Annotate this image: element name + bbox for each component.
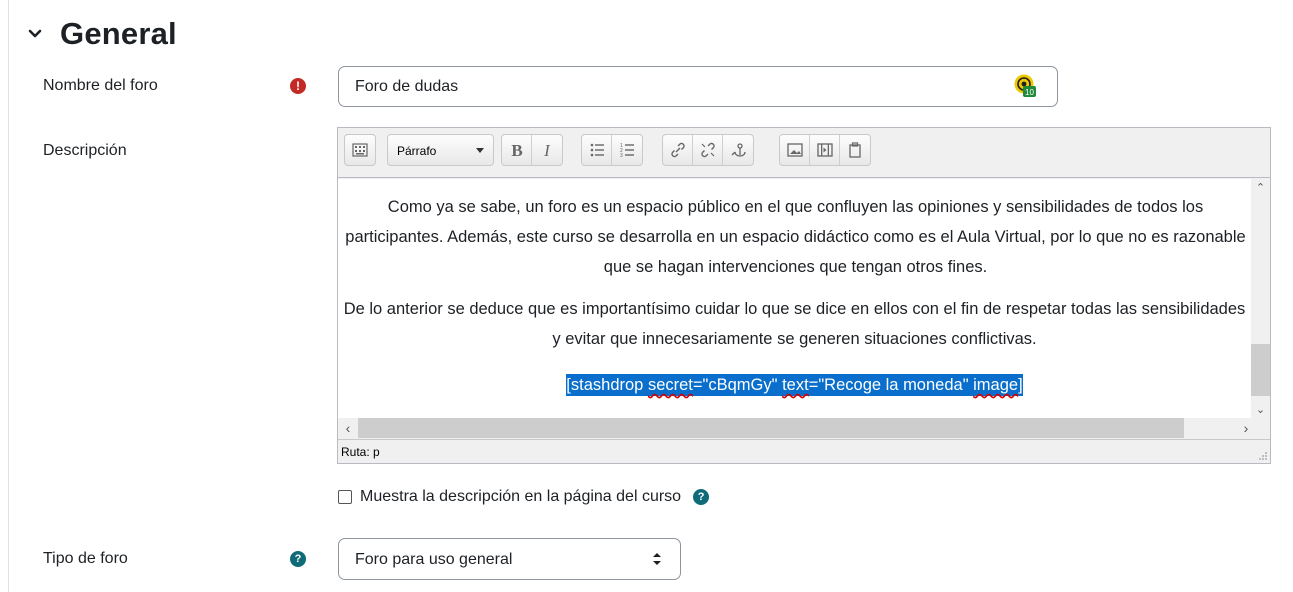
forum-type-select[interactable]: Foro para uso general [338,538,681,580]
section-header-general[interactable]: General [26,14,177,54]
badge-number: 10 [1025,88,1034,97]
description-paragraph-1: Como ya se sabe, un foro es un espacio p… [345,198,1246,276]
bold-icon[interactable]: B [502,135,532,165]
paste-icon[interactable] [840,135,870,165]
question-icon[interactable]: ? [693,489,710,505]
anchor-icon[interactable] [723,135,753,165]
image-icon[interactable] [780,135,810,165]
editor-content-area[interactable]: Como ya se sabe, un foro es un espacio p… [338,179,1251,418]
toggle-toolbar-icon[interactable] [345,135,375,165]
editor-toolbar: Párrafo B I 123 [338,128,1270,178]
scroll-left-icon[interactable]: ‹ [338,418,358,438]
vertical-scrollbar[interactable]: ⌃ ⌄ [1251,179,1270,418]
toolbar-group-style: B I [501,134,563,166]
scroll-up-icon[interactable]: ⌃ [1251,179,1270,196]
chevron-down-icon [476,148,484,153]
scroll-down-icon[interactable]: ⌄ [1251,401,1270,418]
description-editor[interactable]: Párrafo B I 123 Como ya se sabe, un foro… [337,127,1271,464]
chevron-down-icon[interactable] [26,25,44,43]
question-icon[interactable]: ? [290,551,306,567]
forum-type-value: Foro para uso general [355,551,513,568]
ordered-list-icon[interactable]: 123 [612,135,642,165]
show-description-row: Muestra la descripción en la página del … [338,486,710,508]
element-path: Ruta: p [341,445,380,459]
select-updown-icon [653,553,661,565]
unlink-icon[interactable] [693,135,723,165]
description-paragraph-2: De lo anterior se deduce que es importan… [343,300,1246,348]
toolbar-group-toggle [344,134,376,166]
media-icon[interactable] [810,135,840,165]
vertical-scroll-thumb[interactable] [1251,344,1270,396]
exclamation-icon: ! [290,78,306,94]
format-select[interactable]: Párrafo [387,134,494,166]
link-icon[interactable] [663,135,693,165]
svg-text:B: B [511,141,522,159]
format-select-value: Párrafo [397,144,437,158]
forum-name-input[interactable]: Foro de dudas 10 [338,66,1058,107]
selected-shortcode[interactable]: [stashdrop secret="cBqmGy" text="Recoge … [566,374,1023,396]
scroll-right-icon[interactable]: › [1236,418,1256,438]
unordered-list-icon[interactable] [582,135,612,165]
horizontal-scroll-thumb[interactable] [358,418,1184,438]
svg-text:I: I [543,141,551,159]
italic-icon[interactable]: I [532,135,562,165]
toolbar-group-links [662,134,754,166]
forum-type-label: Tipo de foro [43,550,128,567]
toolbar-group-lists: 123 [581,134,643,166]
horizontal-scrollbar[interactable]: ‹ › [338,418,1270,438]
shortcode-paragraph: [stashdrop secret="cBqmGy" text="Recoge … [338,370,1251,400]
description-label: Descripción [43,142,127,159]
toolbar-group-media [779,134,871,166]
show-description-checkbox[interactable] [338,490,352,504]
forum-name-value: Foro de dudas [355,78,459,95]
editor-statusbar: Ruta: p [338,439,1270,463]
section-title: General [60,16,177,51]
show-description-label[interactable]: Muestra la descripción en la página del … [360,488,681,506]
resize-grip-icon[interactable] [1256,449,1268,461]
svg-text:3: 3 [620,153,623,159]
grammar-checker-badge-icon[interactable]: 10 [1014,74,1036,98]
forum-name-label: Nombre del foro [43,77,158,94]
